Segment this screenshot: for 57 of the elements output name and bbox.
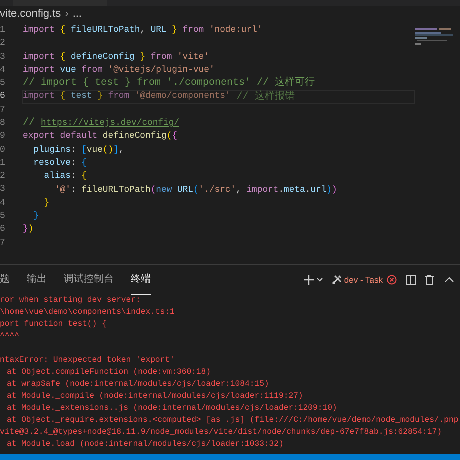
add-icon[interactable] bbox=[304, 275, 314, 285]
breadcrumb-separator: › bbox=[65, 8, 69, 20]
panel-tab[interactable]: 输出 bbox=[27, 265, 47, 295]
trash-icon[interactable] bbox=[425, 275, 434, 285]
line-number: 2 bbox=[0, 37, 6, 50]
line-number: 2 bbox=[0, 170, 6, 184]
code-line: export default defineConfig({ bbox=[22, 130, 178, 144]
line-number: 5 bbox=[0, 210, 6, 224]
code-line: alias: { bbox=[43, 170, 88, 184]
line-number: 8 bbox=[0, 116, 6, 130]
code-line: // https://vitejs.dev/config/ bbox=[22, 117, 180, 130]
line-number: 4 bbox=[0, 196, 6, 210]
panel-tab[interactable]: 题 bbox=[0, 265, 10, 295]
terminal-line: ^^^^ bbox=[0, 331, 20, 343]
line-number: 5 bbox=[0, 77, 6, 90]
line-number: 6 bbox=[0, 90, 6, 104]
terminal-line: at Object._require.extensions.<computed> [as .js] (file:///C:/home/vue/demo/node_modules/.pnp bbox=[7, 415, 459, 427]
code-line: import { defineConfig } from 'vite' bbox=[22, 50, 210, 64]
code-line: resolve: { bbox=[32, 156, 88, 170]
line-number: 6 bbox=[0, 223, 6, 236]
panel-tab[interactable]: 终端 bbox=[131, 265, 151, 295]
terminal-line: \home\vue\demo\components\index.ts:1 bbox=[0, 307, 175, 319]
terminal-line: at Module._compile (node:internal/modules/cjs/loader:1119:27) bbox=[7, 391, 304, 403]
error-icon bbox=[387, 275, 397, 285]
code-line: }) bbox=[22, 223, 35, 236]
terminal-line: at wrapSafe (node:internal/modules/cjs/loader:1084:15) bbox=[7, 379, 270, 391]
task-label[interactable]: dev - Task bbox=[344, 274, 383, 286]
line-number: 1 bbox=[0, 24, 6, 37]
line-number: 0 bbox=[0, 144, 6, 157]
code-line: } bbox=[43, 196, 51, 210]
terminal-line: at Module._extensions..js (node:internal/modules/cjs/loader:1209:10) bbox=[7, 403, 338, 415]
code-line: plugins: [vue()], bbox=[32, 144, 126, 157]
line-number: 3 bbox=[0, 50, 6, 64]
terminal-line: ror when starting dev server: bbox=[0, 295, 141, 307]
line-number: 1 bbox=[0, 156, 6, 170]
code-line: // import { test } from './components' // 这样可行 bbox=[22, 77, 316, 90]
code-line: '@': fileURLToPath(new URL('./src', import.meta.url)) bbox=[54, 184, 338, 197]
line-number: 9 bbox=[0, 130, 6, 144]
terminal-line: port function test() { bbox=[0, 319, 107, 331]
tools-icon bbox=[332, 275, 342, 285]
terminal-line: ntaxError: Unexpected token 'export' bbox=[0, 355, 175, 367]
code-line: import vue from '@vitejs/plugin-vue' bbox=[22, 64, 216, 77]
terminal-line: at Module.load (node:internal/modules/cjs/loader:1033:32) bbox=[7, 439, 284, 451]
line-number: 7 bbox=[0, 104, 6, 117]
line-number: 3 bbox=[0, 183, 6, 196]
code-line: } bbox=[32, 210, 40, 224]
terminal-line: vite@3.2.4_@types+node@18.11.9/node_modules/vite/dist/node/chunks/dep-67e7f8ab.js:62854:17) bbox=[0, 427, 442, 439]
breadcrumb-item[interactable]: vite.config.ts bbox=[0, 8, 62, 20]
chevron-down-icon[interactable] bbox=[317, 278, 324, 282]
breadcrumb-item[interactable]: ... bbox=[72, 8, 82, 20]
code-line: import { fileURLToPath, URL } from 'node:url' bbox=[22, 24, 264, 37]
chevron-up-icon[interactable] bbox=[445, 277, 454, 283]
line-number: 7 bbox=[0, 236, 6, 250]
split-icon[interactable] bbox=[406, 275, 416, 285]
panel-tab[interactable]: 调试控制台 bbox=[64, 265, 114, 295]
terminal-line: at Object.compileFunction (node:vm:360:18) bbox=[7, 367, 211, 379]
line-number: 4 bbox=[0, 64, 6, 77]
